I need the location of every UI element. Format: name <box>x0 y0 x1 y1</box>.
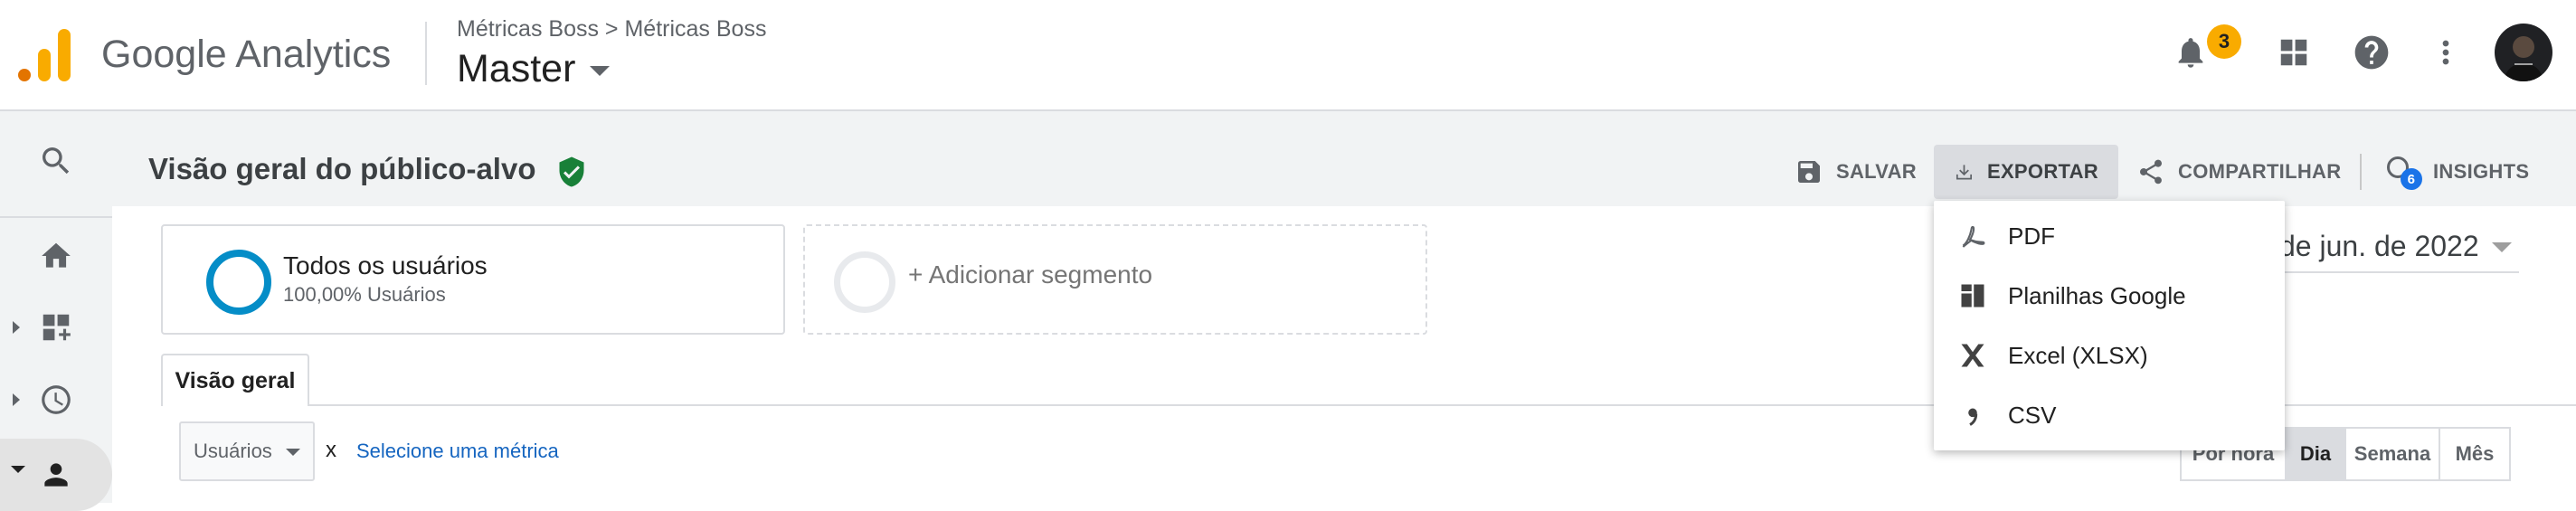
left-nav <box>0 111 112 511</box>
page-title: Visão geral do público-alvo <box>148 152 536 185</box>
verified-shield-icon <box>555 154 588 194</box>
export-menu-item-sheets[interactable]: Planilhas Google <box>1934 266 2285 326</box>
add-segment-button[interactable]: + Adicionar segmento <box>803 224 1427 335</box>
export-menu-item-pdf[interactable]: PDF <box>1934 206 2285 266</box>
action-divider <box>2360 154 2362 190</box>
segment-name: Todos os usuários <box>283 251 488 279</box>
excel-icon <box>1957 340 1988 371</box>
customization-dashboard-icon[interactable] <box>0 296 112 359</box>
csv-icon <box>1957 400 1988 431</box>
notifications-bell-icon[interactable] <box>2169 31 2212 74</box>
export-menu: PDF Planilhas Google Excel (XLSX) CSV <box>1934 201 2285 450</box>
product-name[interactable]: Google Analytics <box>101 33 391 77</box>
search-icon[interactable] <box>0 129 112 193</box>
export-button[interactable]: EXPORTAR <box>1934 145 2118 199</box>
date-range-picker[interactable]: de jun. de 2022 <box>2279 230 2479 263</box>
export-menu-label: PDF <box>2008 222 2055 250</box>
granularity-day[interactable]: Dia <box>2285 427 2346 481</box>
apps-grid-icon[interactable] <box>2272 31 2316 74</box>
export-menu-item-excel[interactable]: Excel (XLSX) <box>1934 326 2285 385</box>
select-metric-link[interactable]: Selecione uma métrica <box>356 440 559 463</box>
home-icon[interactable] <box>0 224 112 288</box>
download-icon <box>1956 165 1973 180</box>
share-label: COMPARTILHAR <box>2178 160 2342 183</box>
nav-divider <box>0 216 112 218</box>
date-caret-down-icon[interactable] <box>2492 242 2512 252</box>
share-button[interactable]: COMPARTILHAR <box>2136 145 2341 199</box>
audience-person-icon[interactable] <box>0 443 112 506</box>
segment-percentage: 100,00% Usuários <box>283 283 446 306</box>
granularity-week[interactable]: Semana <box>2344 427 2440 481</box>
export-menu-item-csv[interactable]: CSV <box>1934 385 2285 445</box>
more-vert-icon[interactable] <box>2424 31 2467 74</box>
segment-ring-icon <box>206 250 271 315</box>
pdf-icon <box>1957 221 1988 251</box>
segment-all-users[interactable]: Todos os usuários 100,00% Usuários <box>161 224 785 335</box>
view-selector[interactable]: Master <box>457 47 611 91</box>
add-segment-label: + Adicionar segmento <box>908 260 1153 289</box>
save-button[interactable]: SALVAR <box>1795 145 1917 199</box>
date-underline <box>2261 271 2519 273</box>
insights-icon: 6 <box>2384 154 2422 190</box>
header-divider <box>425 22 427 85</box>
export-label: EXPORTAR <box>1986 160 2098 183</box>
export-menu-label: Excel (XLSX) <box>2008 341 2148 369</box>
save-label: SALVAR <box>1836 160 1917 183</box>
google-analytics-logo[interactable] <box>18 27 71 81</box>
metric-select[interactable]: Usuários <box>179 421 315 481</box>
top-app-bar: Google Analytics Métricas Boss > Métrica… <box>0 0 2576 111</box>
realtime-clock-icon[interactable] <box>0 368 112 431</box>
versus-label: x <box>326 438 336 462</box>
account-breadcrumb[interactable]: Métricas Boss > Métricas Boss <box>457 16 766 43</box>
share-icon <box>2139 159 2162 185</box>
insights-button[interactable]: 6 INSIGHTS <box>2384 145 2529 199</box>
caret-down-icon <box>590 66 611 76</box>
granularity-month[interactable]: Mês <box>2439 427 2511 481</box>
user-avatar[interactable] <box>2495 24 2552 81</box>
sheets-icon <box>1957 280 1988 311</box>
notification-count-badge: 3 <box>2207 24 2241 59</box>
insights-label: INSIGHTS <box>2433 160 2530 183</box>
empty-segment-ring-icon <box>834 251 895 313</box>
help-icon[interactable] <box>2350 31 2393 74</box>
caret-down-icon <box>286 449 300 456</box>
export-menu-label: CSV <box>2008 401 2057 429</box>
insights-count-badge: 6 <box>2401 168 2422 190</box>
export-menu-label: Planilhas Google <box>2008 281 2186 309</box>
save-icon <box>1798 161 1820 183</box>
tab-overview[interactable]: Visão geral <box>161 354 309 406</box>
view-name: Master <box>457 47 576 90</box>
metric-select-value: Usuários <box>194 440 272 462</box>
